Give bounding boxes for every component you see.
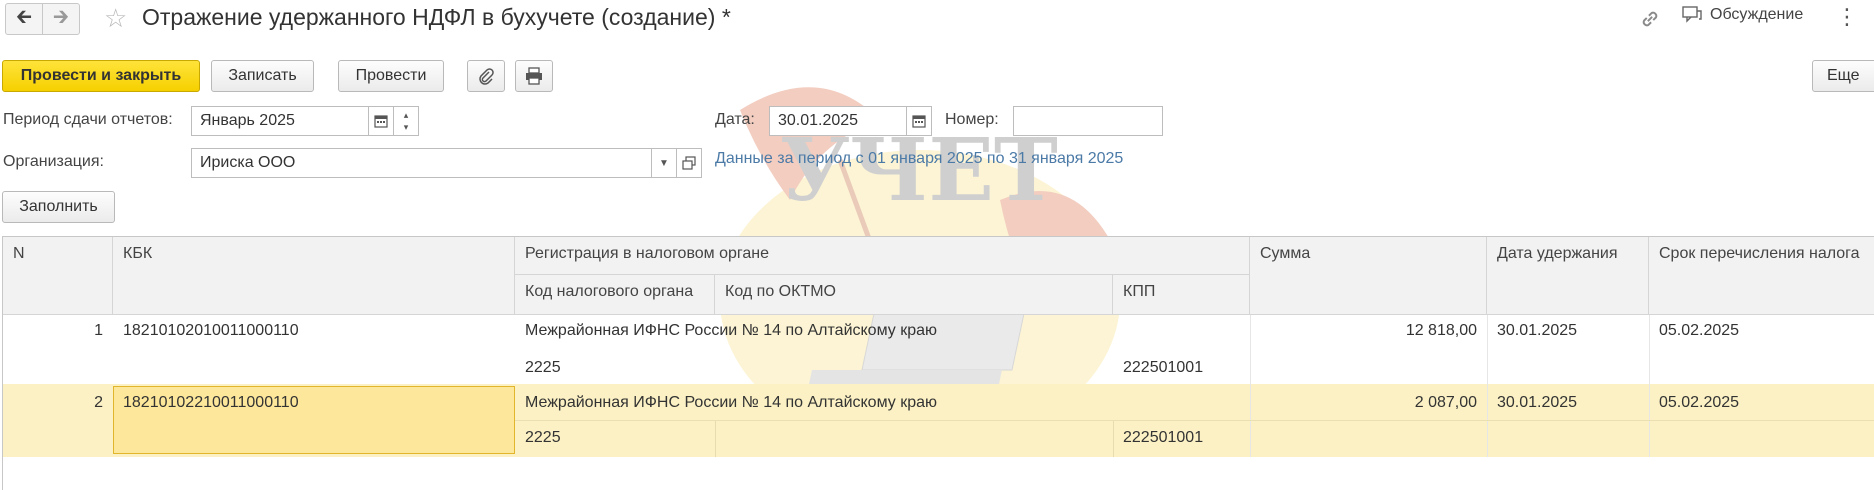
discussion-button[interactable]: Обсуждение [1682, 6, 1803, 24]
paperclip-icon [479, 68, 494, 85]
row1-sum[interactable]: 12 818,00 [1250, 315, 1487, 347]
header-oktmo[interactable]: Код по ОКТМО [715, 275, 1113, 315]
header-n[interactable]: N [3, 237, 113, 315]
row1-n[interactable]: 1 [3, 315, 113, 347]
period-spinner[interactable]: ▴ ▾ [393, 106, 419, 136]
row1-transfer-term[interactable]: 05.02.2025 [1649, 315, 1874, 347]
row2-withhold-date[interactable]: 30.01.2025 [1487, 387, 1649, 419]
row1-kbk[interactable]: 18210102010011000110 [113, 315, 515, 347]
row1-registration[interactable]: Межрайонная ИФНС России № 14 по Алтайско… [515, 315, 1250, 347]
header-withhold-date[interactable]: Дата удержания [1487, 237, 1649, 315]
number-label: Номер: [945, 111, 999, 128]
chat-icon [1682, 6, 1702, 23]
post-and-close-button[interactable]: Провести и закрыть [2, 60, 200, 92]
row2-transfer-term[interactable]: 05.02.2025 [1649, 387, 1874, 419]
open-window-icon [682, 156, 696, 170]
row2-kpp[interactable]: 222501001 [1113, 422, 1250, 454]
link-icon[interactable] [1637, 6, 1663, 32]
organization-input[interactable]: Ириска ООО [191, 148, 652, 178]
calendar-icon [374, 115, 388, 128]
row2-registration[interactable]: Межрайонная ИФНС России № 14 по Алтайско… [515, 387, 1250, 419]
header-sum[interactable]: Сумма [1250, 237, 1487, 315]
forward-button[interactable]: 🡲 [42, 3, 80, 35]
chevron-down-icon: ▼ [659, 157, 669, 169]
calendar-icon [912, 115, 926, 128]
row2-sum[interactable]: 2 087,00 [1250, 387, 1487, 419]
header-kpp[interactable]: КПП [1113, 275, 1250, 315]
more-label: Еще [1827, 67, 1860, 84]
arrow-right-icon: 🡲 [52, 6, 70, 28]
discussion-label: Обсуждение [1710, 6, 1804, 23]
period-input[interactable]: Январь 2025 [191, 106, 369, 136]
more-button[interactable]: Еще [1812, 60, 1874, 92]
organization-open-button[interactable] [676, 148, 702, 178]
attach-button[interactable] [467, 60, 505, 92]
header-transfer-term[interactable]: Срок перечисления налога [1649, 237, 1874, 315]
row2-tax-code[interactable]: 2225 [515, 422, 715, 454]
row2-oktmo[interactable] [715, 422, 1113, 436]
post-button[interactable]: Провести [338, 60, 444, 92]
grid-line [515, 420, 1874, 421]
save-button[interactable]: Записать [211, 60, 314, 92]
row2-kbk[interactable]: 18210102210011000110 [113, 387, 515, 419]
row1-withhold-date[interactable]: 30.01.2025 [1487, 315, 1649, 347]
organization-label: Организация: [3, 153, 104, 170]
back-button[interactable]: 🡰 [5, 3, 43, 35]
row1-tax-code[interactable]: 2225 [515, 352, 715, 384]
printer-icon [526, 67, 542, 85]
more-vertical-icon[interactable]: ⋮ [1836, 4, 1858, 30]
number-input[interactable] [1013, 106, 1163, 136]
header-kbk[interactable]: КБК [113, 237, 515, 315]
header-registration[interactable]: Регистрация в налоговом органе [515, 237, 1250, 275]
page-title: Отражение удержанного НДФЛ в бухучете (с… [142, 4, 731, 30]
organization-dropdown-button[interactable]: ▼ [651, 148, 677, 178]
tax-table: N КБК Регистрация в налоговом органе Код… [2, 236, 1874, 490]
row1-kpp[interactable]: 222501001 [1113, 352, 1250, 384]
period-info-link[interactable]: Данные за период с 01 января 2025 по 31 … [715, 150, 1123, 168]
row1-oktmo[interactable] [715, 352, 1113, 366]
spin-down-icon[interactable]: ▾ [404, 121, 409, 133]
period-label: Период сдачи отчетов: [3, 111, 173, 128]
date-calendar-button[interactable] [906, 106, 932, 136]
period-calendar-button[interactable] [368, 106, 394, 136]
fill-button[interactable]: Заполнить [2, 191, 115, 223]
title-bar: 🡰 🡲 ☆ Отражение удержанного НДФЛ в бухуч… [0, 0, 1874, 40]
row2-n[interactable]: 2 [3, 387, 113, 419]
date-label: Дата: [715, 111, 755, 128]
date-input[interactable]: 30.01.2025 [769, 106, 907, 136]
header-tax-code[interactable]: Код налогового органа [515, 275, 715, 315]
spin-up-icon[interactable]: ▴ [404, 109, 409, 121]
favorite-star-icon[interactable]: ☆ [104, 3, 127, 34]
print-button[interactable] [515, 60, 553, 92]
arrow-left-icon: 🡰 [15, 6, 33, 28]
